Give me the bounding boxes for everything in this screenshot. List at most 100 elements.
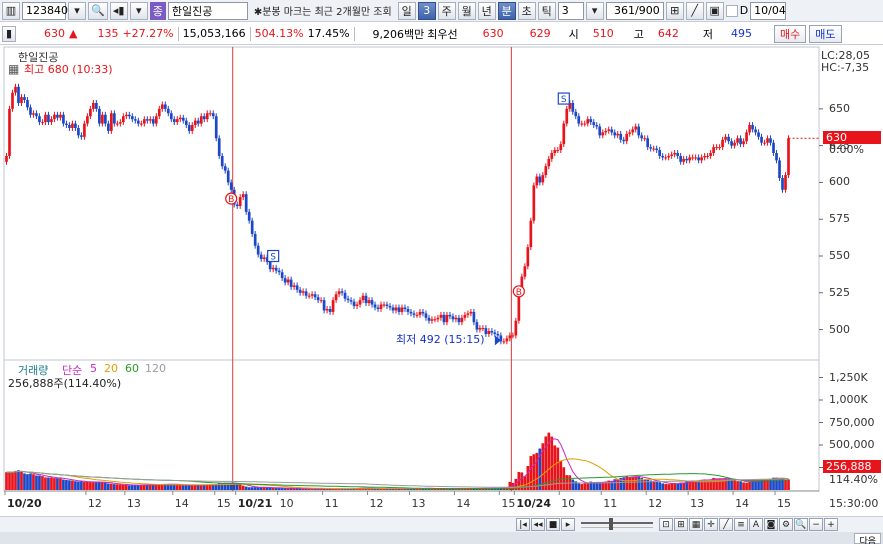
candle-body [427,317,431,321]
candle-body [107,123,110,131]
candle-body [271,267,275,270]
candle-body [148,119,152,121]
candle-body [50,119,53,123]
candle-body [217,138,221,156]
candle-body [65,123,68,126]
stop-icon[interactable]: ■ [546,518,560,531]
date-input[interactable]: 10/04 [750,1,787,20]
tab-day-count[interactable]: 3 [417,1,436,20]
camera-icon[interactable]: ◙ [764,518,778,531]
scroll-first-icon[interactable]: |◂ [516,518,530,531]
candle-body [703,155,706,158]
zoom-slider-thumb[interactable] [609,517,613,530]
candle-body [166,108,170,114]
volume-tick-label: 1,250K [829,370,868,384]
volume-bar [745,482,748,490]
volume-bar [670,483,673,490]
sell-button[interactable]: 매도 [809,24,842,43]
line-tool-icon[interactable]: ╱ [719,518,733,531]
code-dropdown-icon[interactable]: ▾ [68,1,86,20]
candle-body [493,332,497,334]
tab-tick[interactable]: 틱 [537,1,556,20]
volume-bar [77,481,80,490]
buy-button[interactable]: 매수 [774,24,807,43]
tab-second[interactable]: 초 [517,1,536,20]
chart-controls: |◂ ◂◂ ■ ▸ ⊡ ⊞ ▦ ✛ ╱ ≡ A ◙ ⚙ 🔍 − + [0,516,883,532]
next-button[interactable]: 다음 [854,533,881,544]
layout-icon[interactable]: ▥ [2,1,20,20]
volume-bar [44,477,47,490]
candle-body [92,102,95,109]
date-checkbox[interactable] [725,4,738,17]
play-icon[interactable]: ▸ [561,518,575,531]
candle-body [247,211,251,221]
zoom-slider[interactable] [581,517,653,530]
volume-bar [8,472,11,490]
candle-body [472,311,476,323]
candle-body [98,108,101,124]
volume-bar [241,485,245,490]
high-price: 642 [657,27,679,40]
magnify-icon[interactable]: 🔍 [794,518,808,531]
tab-minute[interactable]: 분 [497,1,516,20]
candle-body [11,92,14,109]
volume-bar [89,482,92,490]
turnover-rate: 17.45% [307,27,350,40]
stock-code-input[interactable]: 123840 [22,1,68,20]
interval-select[interactable]: 3 [557,1,584,20]
save-icon[interactable]: ▣ [705,1,724,20]
draw-tool-icon[interactable]: ╱ [685,1,704,20]
candle-body [421,311,425,314]
candle-body [280,272,284,279]
volume-bar [586,482,590,490]
fib-tool-icon[interactable]: ≡ [734,518,748,531]
indicator-icon[interactable]: ⊞ [665,1,684,20]
search-icon[interactable]: 🔍 [88,1,108,20]
x-tick-label: 13 [126,497,141,510]
candle-body [778,160,781,179]
grid-icon[interactable]: ▦ [8,62,19,76]
zoom-in-icon[interactable]: + [824,518,838,531]
volume-bar [247,487,251,490]
text-tool-icon[interactable]: A [749,518,763,531]
candle-body [526,247,530,267]
candle-body [706,155,709,157]
best-bid: 629 [529,27,551,40]
volume-bar [119,484,122,490]
count-field[interactable]: 361/900 [605,1,664,20]
x-tick-label: 10/21 [237,497,273,510]
divider [249,26,251,41]
hc-label: HC:-7,35 [821,61,870,74]
scroll-prev-icon[interactable]: ◂◂ [531,518,545,531]
tab-month[interactable]: 월 [457,1,476,20]
interval-dropdown-icon[interactable]: ▾ [585,1,604,20]
menu-dropdown-icon[interactable]: ▾ [129,1,148,20]
chart-area[interactable]: BSBS 한일진공 최고 680 (10:33) ▦ 최저 492 (15:15… [0,46,883,516]
info-icon[interactable]: ▮ [2,25,16,42]
volume-bar [250,487,254,490]
settings-icon[interactable]: ⚙ [779,518,793,531]
candle-body [508,335,512,339]
candle-body [745,132,748,142]
zoom-fit-icon[interactable]: ⊞ [674,518,688,531]
sound-icon[interactable]: ◂▮ [109,1,128,20]
volume-bar [145,485,149,490]
zoom-box-icon[interactable]: ⊡ [659,518,673,531]
tab-day[interactable]: 일 [397,1,416,20]
volume-bar [47,477,50,490]
volume-bar [56,478,59,490]
x-tick-label: 13 [411,497,426,510]
tab-year[interactable]: 년 [477,1,496,20]
candle-body [721,139,724,148]
tab-week[interactable]: 주 [437,1,456,20]
crosshair-icon[interactable]: ✛ [704,518,718,531]
candle-body [784,175,787,190]
candle-body [68,125,71,128]
candle-body [424,313,428,318]
candle-body [583,123,587,125]
candle-body [17,86,20,103]
zoom-out-icon[interactable]: − [809,518,823,531]
grid-toggle-icon[interactable]: ▦ [689,518,703,531]
candle-body [295,285,299,290]
volume-bar [208,484,212,490]
